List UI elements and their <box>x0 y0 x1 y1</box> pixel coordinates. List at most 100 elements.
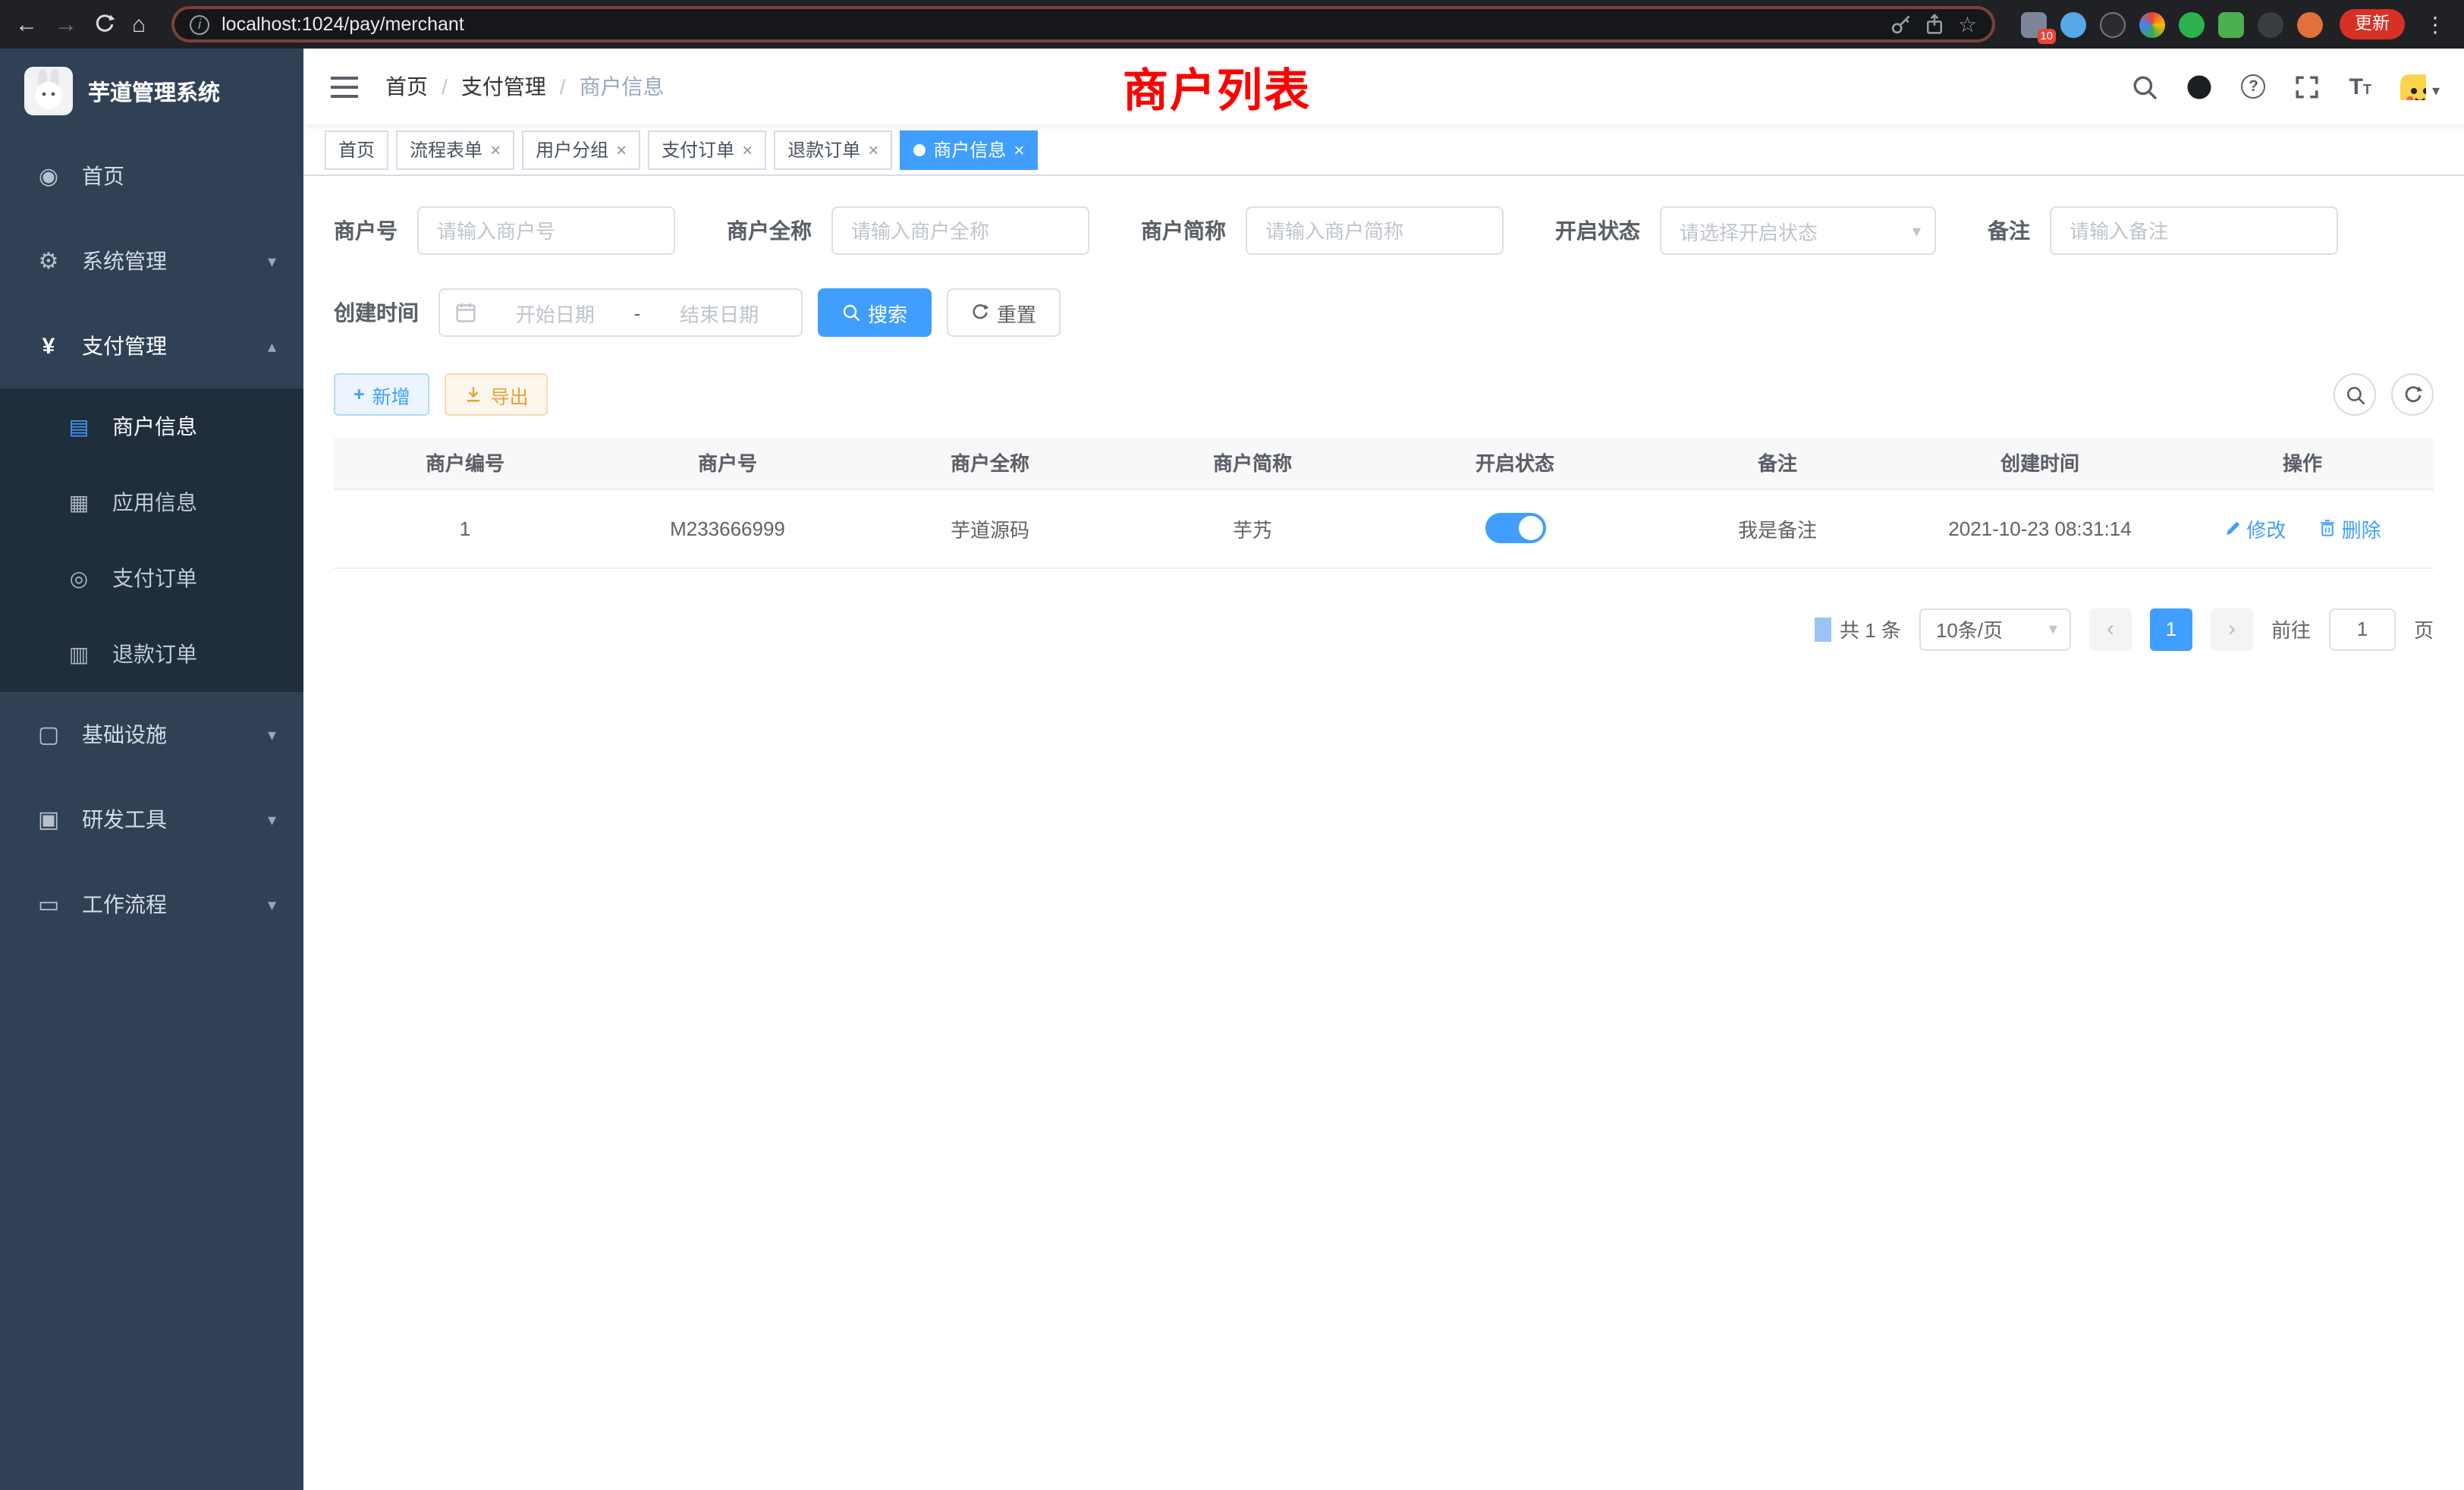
tab-home[interactable]: 首页 <box>325 130 388 169</box>
prev-page-button[interactable] <box>2089 608 2132 650</box>
merchant-no-input[interactable] <box>417 206 675 255</box>
browser-refresh-icon[interactable] <box>94 14 115 35</box>
short-name-input[interactable] <box>1246 206 1504 255</box>
date-separator: - <box>634 301 641 324</box>
show-search-button[interactable] <box>2334 373 2376 416</box>
page-number-button[interactable]: 1 <box>2150 608 2192 650</box>
devtools-icon <box>30 806 67 833</box>
next-page-button[interactable] <box>2211 608 2253 650</box>
share-icon[interactable] <box>1925 14 1946 35</box>
address-bar[interactable]: i localhost:1024/pay/merchant <box>171 6 1995 42</box>
trash-icon <box>2319 519 2337 537</box>
delete-link[interactable]: 删除 <box>2319 514 2381 542</box>
sidebar-item-merchant-info[interactable]: 商户信息 <box>0 388 303 464</box>
table-toolbar: 新增 导出 <box>334 373 2434 416</box>
sidebar-item-infrastructure[interactable]: 基础设施 <box>0 692 303 777</box>
tab-pay-order[interactable]: 支付订单 <box>648 130 766 169</box>
browser-home-icon[interactable] <box>132 13 146 36</box>
status-toggle[interactable] <box>1485 513 1545 543</box>
status-select-placeholder: 请选择开启状态 <box>1680 216 1818 245</box>
extension-icon[interactable] <box>2297 11 2323 37</box>
chevron-up-icon <box>268 336 276 356</box>
sidebar-item-devtools[interactable]: 研发工具 <box>0 777 303 862</box>
refresh-table-button[interactable] <box>2391 373 2434 416</box>
breadcrumb-payment[interactable]: 支付管理 <box>461 71 546 102</box>
cell-create-time: 2021-10-23 08:31:14 <box>1909 489 2171 567</box>
tab-close-icon[interactable] <box>490 140 501 159</box>
tab-process-form[interactable]: 流程表单 <box>396 130 514 169</box>
bookmark-star-icon[interactable] <box>1958 11 1977 37</box>
url-text[interactable]: localhost:1024/pay/merchant <box>222 14 1879 35</box>
extension-icon[interactable]: 10 <box>2021 11 2047 37</box>
goto-page-input[interactable] <box>2329 608 2396 650</box>
chevron-down-icon <box>268 809 276 829</box>
tab-close-icon[interactable] <box>1014 140 1024 159</box>
sidebar-item-home[interactable]: 首页 <box>0 134 303 218</box>
search-icon[interactable] <box>2132 74 2158 99</box>
chrome-update-button[interactable]: 更新 <box>2340 9 2405 39</box>
sidebar-item-label: 商户信息 <box>112 411 197 442</box>
sidebar-item-label: 系统管理 <box>82 246 167 276</box>
date-range-picker[interactable]: 开始日期 - 结束日期 <box>438 288 803 337</box>
sidebar-item-refund-order[interactable]: 退款订单 <box>0 616 303 692</box>
tab-merchant-info[interactable]: 商户信息 <box>900 130 1038 169</box>
edit-icon <box>2224 519 2242 537</box>
site-info-icon[interactable]: i <box>190 14 209 34</box>
remark-input[interactable] <box>2050 206 2338 255</box>
breadcrumb-current: 商户信息 <box>580 71 665 102</box>
breadcrumb-separator: / <box>442 74 448 99</box>
tab-close-icon[interactable] <box>742 140 753 159</box>
refund-order-icon <box>61 641 97 667</box>
hamburger-icon[interactable] <box>328 75 373 98</box>
extension-icon[interactable] <box>2179 11 2205 37</box>
total-text: 共 1 条 <box>1840 615 1901 643</box>
export-button[interactable]: 导出 <box>445 373 548 416</box>
reset-button[interactable]: 重置 <box>947 288 1061 337</box>
delete-label: 删除 <box>2342 514 2381 542</box>
yen-icon <box>30 333 67 359</box>
tab-close-icon[interactable] <box>868 140 878 159</box>
reset-button-label: 重置 <box>997 298 1036 327</box>
table-row: 1 M233666999 芋道源码 芋艿 我是备注 2021-10-23 08:… <box>334 489 2434 567</box>
search-button[interactable]: 搜索 <box>818 288 932 337</box>
browser-forward-icon[interactable] <box>55 13 77 36</box>
extension-icon[interactable] <box>2100 11 2126 37</box>
col-header: 商户简称 <box>1121 437 1384 489</box>
logo[interactable]: 芋道管理系统 <box>0 49 303 134</box>
tab-label: 用户分组 <box>536 137 608 162</box>
page-size-select[interactable]: 10条/页 <box>1919 608 2071 650</box>
tab-user-group[interactable]: 用户分组 <box>522 130 640 169</box>
add-button[interactable]: 新增 <box>334 373 430 416</box>
extension-icon[interactable] <box>2258 11 2283 37</box>
browser-back-icon[interactable] <box>15 13 38 36</box>
sidebar-item-system[interactable]: 系统管理 <box>0 218 303 303</box>
breadcrumb-home[interactable]: 首页 <box>385 71 428 102</box>
github-icon[interactable] <box>2187 74 2213 99</box>
help-icon[interactable]: ? <box>2242 74 2266 99</box>
full-name-input[interactable] <box>831 206 1089 255</box>
tab-refund-order[interactable]: 退款订单 <box>774 130 892 169</box>
user-avatar[interactable] <box>2400 74 2440 99</box>
edit-link[interactable]: 修改 <box>2224 514 2286 542</box>
sidebar-item-workflow[interactable]: 工作流程 <box>0 862 303 947</box>
chevron-down-icon <box>268 251 276 271</box>
password-key-icon[interactable] <box>1891 14 1912 35</box>
status-select[interactable]: 请选择开启状态 <box>1660 206 1936 255</box>
infrastructure-icon <box>30 721 67 748</box>
font-size-icon[interactable] <box>2349 74 2371 99</box>
extension-icon[interactable] <box>2218 11 2244 37</box>
sidebar-item-pay-order[interactable]: 支付订单 <box>0 540 303 616</box>
browser-menu-icon[interactable] <box>2422 11 2449 37</box>
tags-view: 首页 流程表单 用户分组 支付订单 退款订单 商户信息 <box>303 124 2464 176</box>
tab-close-icon[interactable] <box>616 140 627 159</box>
calendar-icon <box>455 302 476 323</box>
sidebar-item-payment[interactable]: 支付管理 <box>0 303 303 388</box>
fullscreen-icon[interactable] <box>2295 74 2321 99</box>
extension-icon[interactable] <box>2060 11 2086 37</box>
sidebar-item-app-info[interactable]: 应用信息 <box>0 464 303 540</box>
extension-icon[interactable] <box>2139 11 2165 37</box>
filter-row-1: 商户号 商户全称 商户简称 开启状态 请选择开启状态 <box>334 206 2434 255</box>
navbar: 首页 / 支付管理 / 商户信息 商户列表 ? <box>303 49 2464 124</box>
col-header: 商户号 <box>596 437 859 489</box>
breadcrumb: 首页 / 支付管理 / 商户信息 <box>385 71 665 102</box>
